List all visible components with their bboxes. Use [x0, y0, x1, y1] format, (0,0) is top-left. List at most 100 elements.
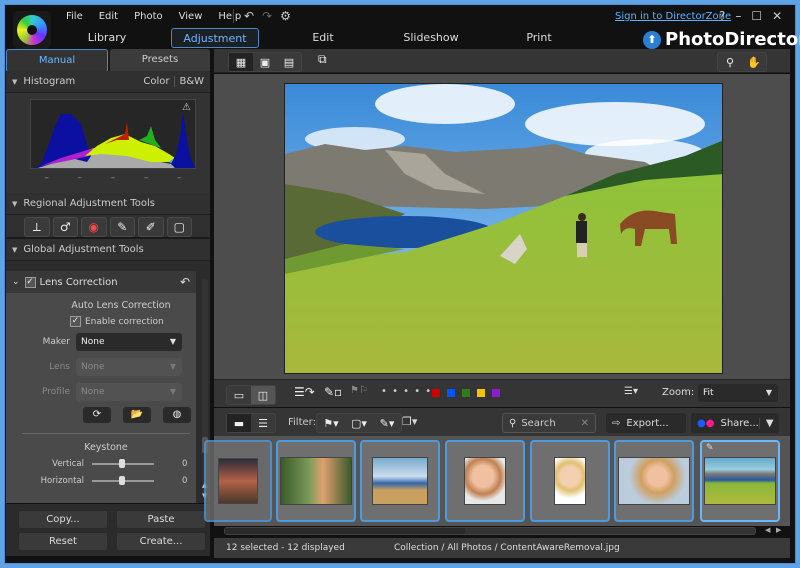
- sign-in-link[interactable]: Sign in to DirectorZone: [615, 11, 731, 22]
- tab-slideshow[interactable]: Slideshow: [377, 28, 485, 48]
- regional-header[interactable]: ▼ Regional Adjustment Tools: [6, 193, 210, 215]
- thumbnail-smiling-woman[interactable]: [445, 440, 525, 522]
- compare-view-icon[interactable]: ◫: [251, 386, 275, 404]
- thumbnail-cat[interactable]: [276, 440, 356, 522]
- share-button[interactable]: ●● Share... ▼: [691, 413, 779, 433]
- viewer-full-icon[interactable]: ▣: [253, 53, 277, 71]
- color-label-green[interactable]: [462, 389, 470, 397]
- histogram-header[interactable]: ▼ Histogram Color B&W: [6, 71, 210, 93]
- maker-dropdown[interactable]: None: [76, 333, 182, 351]
- export-button[interactable]: ⇨ Export...: [606, 413, 686, 433]
- copy-button[interactable]: Copy...: [18, 510, 108, 529]
- zoom-dropdown[interactable]: Fit: [698, 384, 778, 402]
- download-profile-icon[interactable]: ◍: [163, 407, 191, 423]
- edit-tag-icon[interactable]: ✎▫: [324, 385, 342, 399]
- share-dropdown-icon[interactable]: ▼: [758, 417, 774, 429]
- single-view-icon[interactable]: ▭: [227, 386, 251, 404]
- reset-icon[interactable]: ↶: [180, 275, 190, 289]
- crop-icon[interactable]: ⟂: [24, 217, 50, 237]
- brush-icon[interactable]: ✎: [109, 217, 135, 237]
- tab-library[interactable]: Library: [53, 28, 161, 48]
- create-button[interactable]: Create...: [116, 532, 206, 551]
- menu-bar: File Edit Photo View Help: [58, 11, 249, 22]
- scroll-left-icon[interactable]: ◀: [765, 526, 770, 534]
- keystone-title: Keystone: [84, 442, 128, 453]
- color-label-blue[interactable]: [447, 389, 455, 397]
- color-label-yellow[interactable]: [477, 389, 485, 397]
- refresh-icon[interactable]: ⟳: [83, 407, 111, 423]
- spot-removal-icon[interactable]: ♂: [52, 217, 78, 237]
- color-label-red[interactable]: [432, 389, 440, 397]
- rotate-icon[interactable]: ☰↷: [294, 385, 315, 399]
- close-button[interactable]: ✕: [772, 9, 782, 23]
- strip-view-icon[interactable]: ▬: [227, 414, 251, 432]
- help-button[interactable]: ?: [719, 9, 725, 23]
- thumbnail-woman-on-couch[interactable]: [614, 440, 694, 522]
- reset-button[interactable]: Reset: [18, 532, 108, 551]
- collapse-icon[interactable]: ▼: [12, 200, 17, 208]
- stack-icon[interactable]: ❐▾: [402, 415, 417, 428]
- thumbnail-mountain-horses[interactable]: ✎: [700, 440, 780, 522]
- photo-viewer[interactable]: [214, 74, 790, 379]
- slider-thumb[interactable]: [119, 476, 125, 485]
- global-header[interactable]: ▼ Global Adjustment Tools: [6, 239, 210, 261]
- list-view-icon[interactable]: ☰: [251, 414, 275, 432]
- menu-edit[interactable]: Edit: [91, 11, 126, 22]
- redo-icon[interactable]: ↷: [262, 9, 272, 23]
- collapse-icon[interactable]: ▼: [12, 246, 17, 254]
- flag-icon[interactable]: ⚑⚐: [350, 385, 368, 396]
- zoom-tool-icon[interactable]: ⚲: [718, 53, 742, 71]
- menu-photo[interactable]: Photo: [126, 11, 171, 22]
- filmstrip-scrollbar[interactable]: [224, 527, 756, 535]
- compare-group: ▭ ◫: [226, 385, 276, 405]
- edit-filter-icon[interactable]: ✎▾: [373, 414, 401, 432]
- paste-button[interactable]: Paste: [116, 510, 206, 529]
- lens-correction-header[interactable]: ⌄ ✓ Lens Correction ↶: [6, 271, 196, 293]
- thumbnail-laughing-woman[interactable]: [530, 440, 610, 522]
- enable-correction-row[interactable]: ✓ Enable correction: [6, 316, 196, 327]
- share-icon: ●●: [697, 417, 715, 429]
- chevron-down-icon[interactable]: ⌄: [12, 277, 20, 287]
- tab-presets[interactable]: Presets: [110, 49, 210, 71]
- gradient-brush-icon[interactable]: ✐: [138, 217, 164, 237]
- second-monitor-icon[interactable]: ⧉: [318, 52, 327, 67]
- minimize-button[interactable]: –: [735, 9, 741, 23]
- gear-icon[interactable]: ⚙: [280, 9, 291, 23]
- menu-file[interactable]: File: [58, 11, 91, 22]
- gradient-mask-icon[interactable]: ▢: [166, 217, 192, 237]
- color-toggle[interactable]: Color: [143, 76, 176, 87]
- vertical-slider[interactable]: [92, 459, 154, 468]
- lens-correction-checkbox[interactable]: ✓: [24, 276, 36, 288]
- lens-label: Lens: [49, 362, 70, 372]
- menu-view[interactable]: View: [171, 11, 211, 22]
- tab-manual[interactable]: Manual: [6, 49, 108, 71]
- tab-print[interactable]: Print: [485, 28, 593, 48]
- tab-edit[interactable]: Edit: [269, 28, 377, 48]
- undo-icon[interactable]: ↶: [244, 9, 254, 23]
- collapse-icon[interactable]: ▼: [12, 78, 17, 86]
- color-label-purple[interactable]: [492, 389, 500, 397]
- sort-icon[interactable]: ☰▾: [624, 386, 638, 397]
- clear-search-icon[interactable]: ✕: [581, 418, 589, 429]
- tab-adjustment[interactable]: Adjustment: [171, 28, 259, 48]
- open-folder-icon[interactable]: 📂: [123, 407, 151, 423]
- scroll-thumb[interactable]: [225, 528, 465, 534]
- rating-dots[interactable]: • • • • •: [381, 386, 432, 397]
- slider-thumb[interactable]: [119, 459, 125, 468]
- horizontal-slider[interactable]: [92, 476, 154, 485]
- bw-toggle[interactable]: B&W: [175, 76, 204, 87]
- red-eye-icon[interactable]: ◉: [81, 217, 107, 237]
- panel-tabs: Manual Presets: [6, 49, 210, 71]
- hand-tool-icon[interactable]: ✋: [742, 53, 766, 71]
- thumbnail-sunset[interactable]: [204, 440, 272, 522]
- scroll-right-icon[interactable]: ▶: [776, 526, 781, 534]
- rating-filter-icon[interactable]: ▢▾: [345, 414, 373, 432]
- maximize-button[interactable]: ☐: [751, 9, 762, 23]
- search-input[interactable]: ⚲ Search ✕: [502, 413, 596, 433]
- flag-filter-icon[interactable]: ⚑▾: [317, 414, 345, 432]
- thumbnail-beach-couple[interactable]: [360, 440, 440, 522]
- viewer-filmstrip-icon[interactable]: ▦: [229, 53, 253, 71]
- clipping-warning-icon[interactable]: ⚠: [182, 102, 191, 113]
- grid-view-icon[interactable]: ▤: [277, 53, 301, 71]
- enable-correction-checkbox[interactable]: ✓: [70, 316, 81, 327]
